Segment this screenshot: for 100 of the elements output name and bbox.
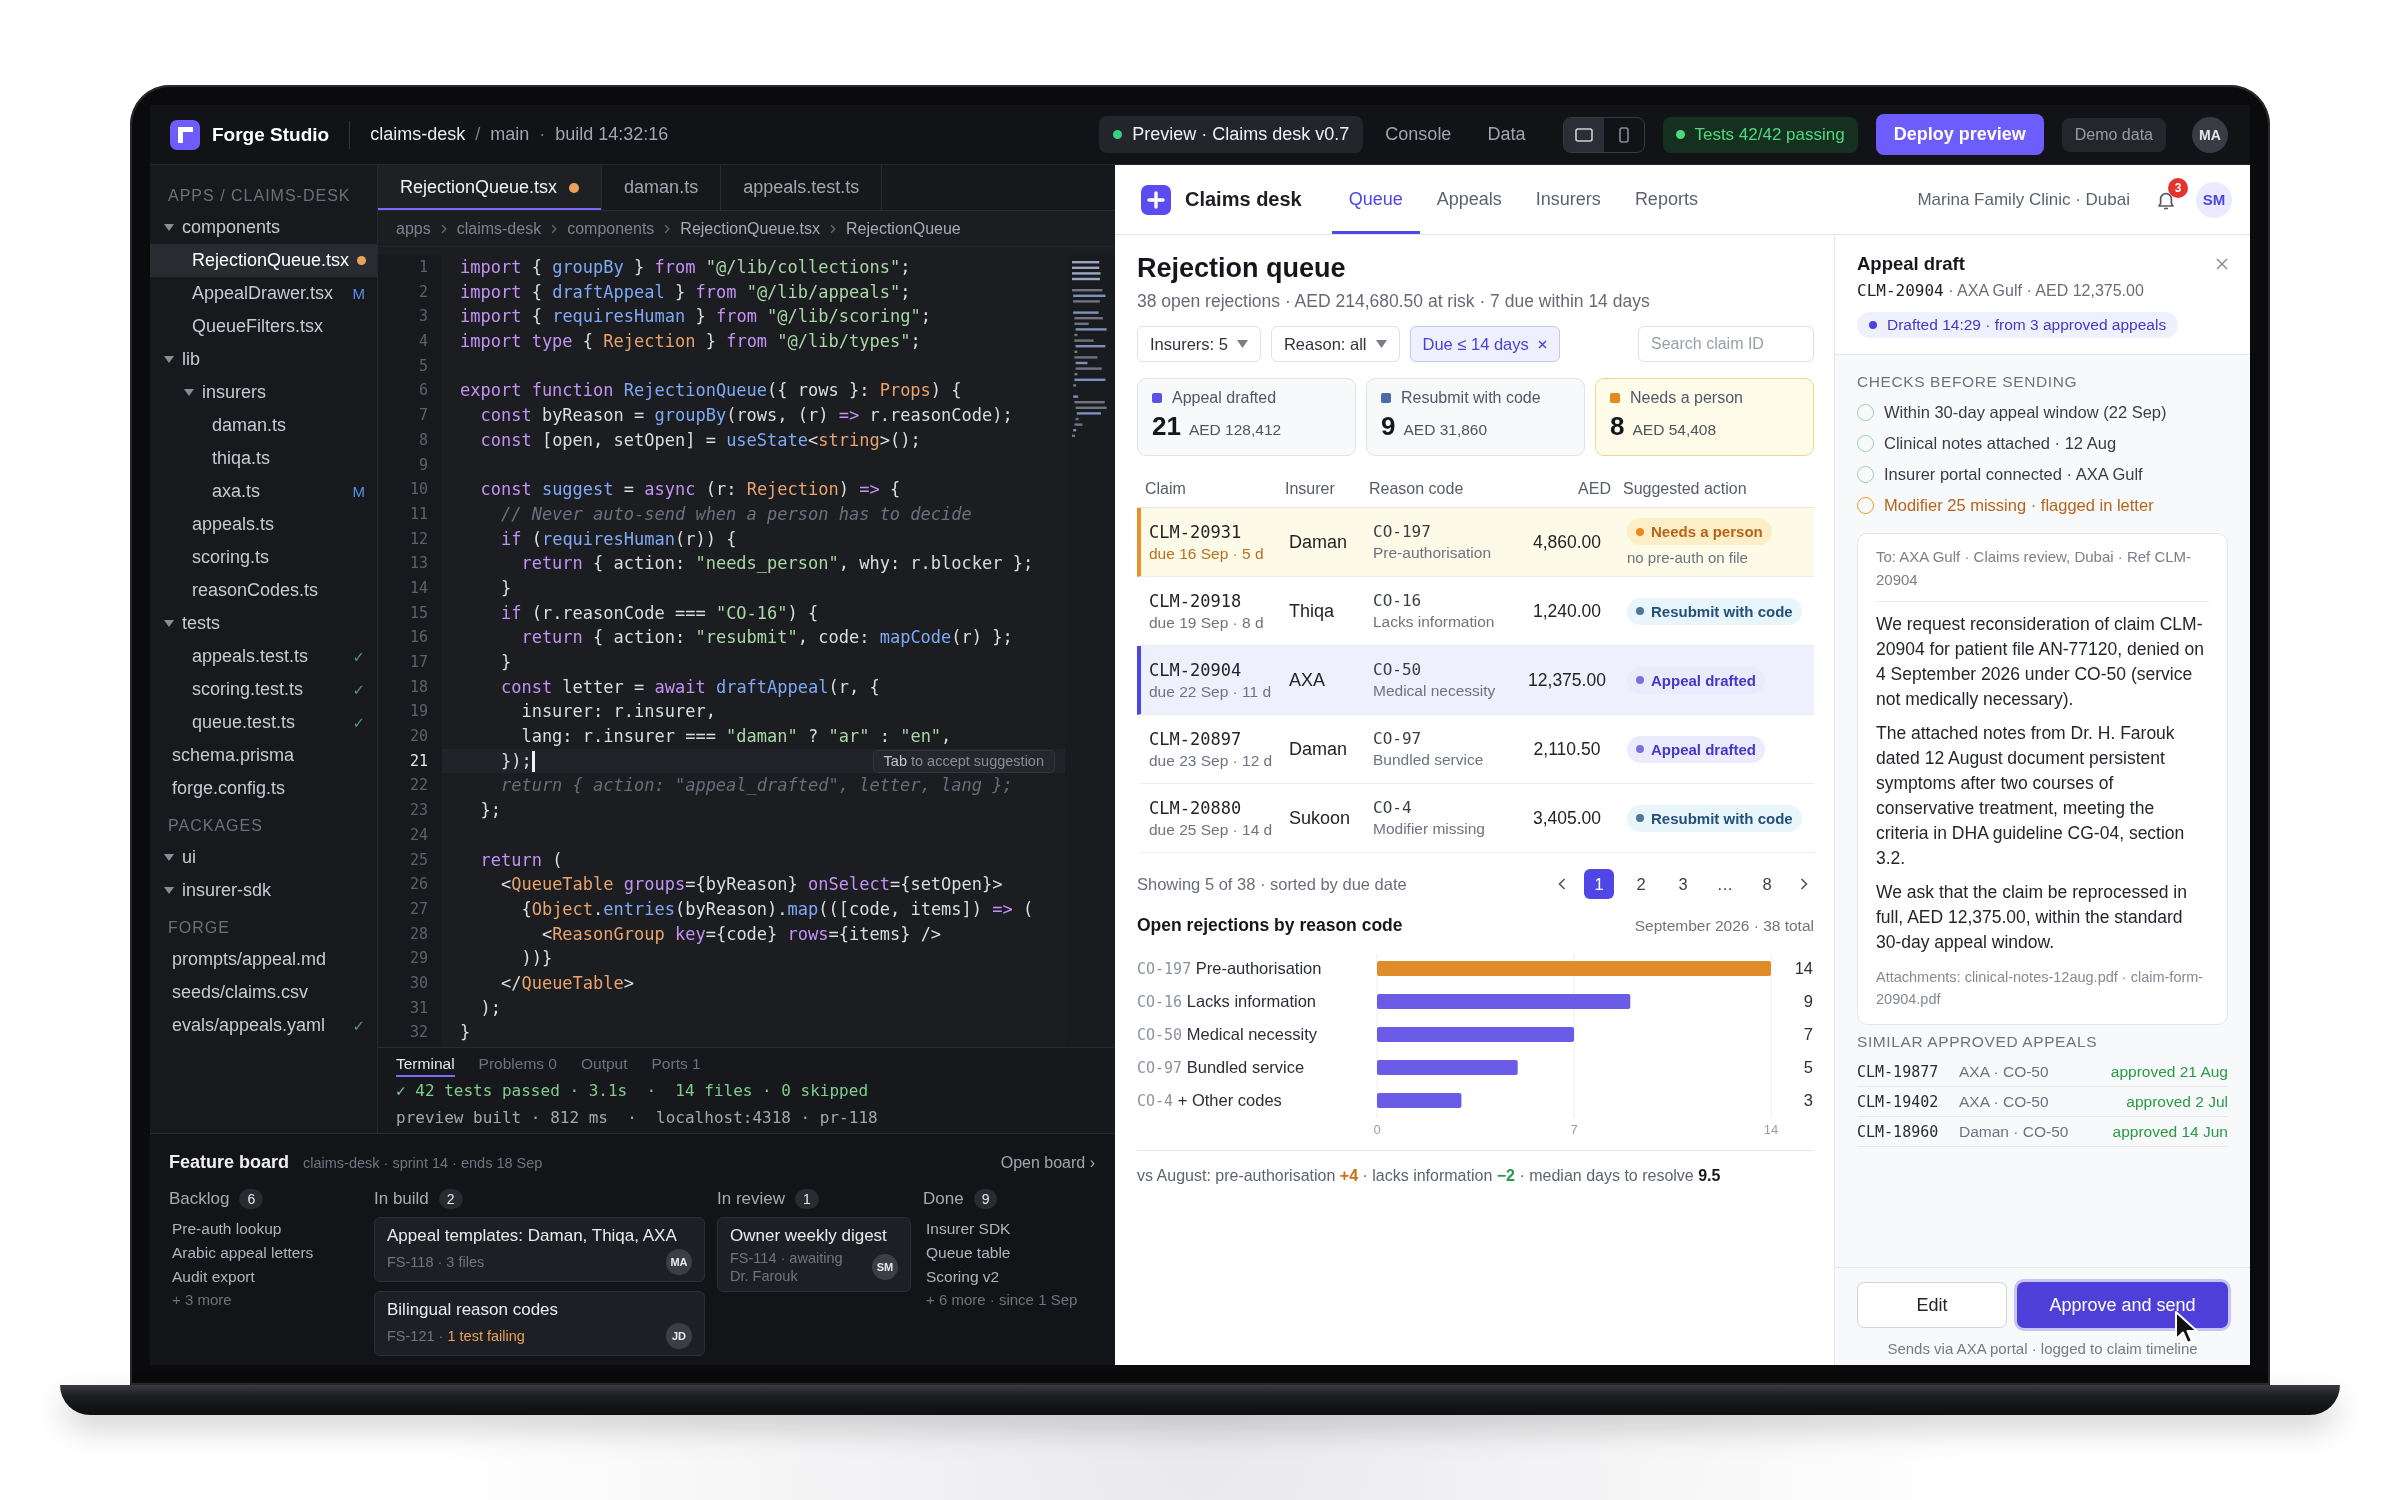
- backlog-item[interactable]: Pre-auth lookup: [169, 1217, 374, 1241]
- card-count: 9: [1381, 411, 1396, 442]
- file-item[interactable]: appeals.ts: [150, 508, 377, 541]
- breadcrumb-item[interactable]: apps: [396, 219, 431, 238]
- file-item[interactable]: scoring.ts: [150, 541, 377, 574]
- column-header[interactable]: AED: [1515, 479, 1611, 498]
- claim-row[interactable]: CLM-20904 due 22 Sep · 11 d AXA CO-50 Medical necessity 12,375.00 Appeal drafted: [1137, 646, 1814, 715]
- page-button[interactable]: 8: [1752, 869, 1782, 899]
- panel-tab[interactable]: Ports 1: [651, 1048, 701, 1077]
- backlog-item[interactable]: Insurer SDK: [923, 1217, 1095, 1241]
- file-item[interactable]: schema.prisma: [150, 739, 377, 772]
- editor-tab[interactable]: daman.ts: [602, 165, 722, 210]
- action-badge: Resubmit with code: [1627, 597, 1802, 625]
- previous-icon[interactable]: [1558, 878, 1566, 890]
- editor-tab[interactable]: appeals.test.ts: [721, 165, 883, 210]
- filter-chip[interactable]: Reason: all: [1270, 326, 1400, 362]
- nav-tab[interactable]: Queue: [1331, 165, 1420, 234]
- file-item[interactable]: daman.ts: [150, 409, 377, 442]
- summary-card[interactable]: Appeal drafted 21 AED 128,412: [1137, 378, 1356, 456]
- breadcrumb-item[interactable]: RejectionQueue: [846, 219, 961, 238]
- view-tab[interactable]: Console: [1371, 116, 1466, 153]
- task-card[interactable]: Appeal templates: Daman, Thiqa, AXA FS-118 · 3 files MA: [374, 1217, 705, 1282]
- folder-item[interactable]: ui: [150, 841, 377, 874]
- panel-tab[interactable]: Output: [581, 1048, 628, 1077]
- close-icon[interactable]: [2216, 258, 2228, 270]
- breadcrumb-item[interactable]: RejectionQueue.tsx: [680, 219, 820, 238]
- claim-row[interactable]: CLM-20931 due 16 Sep · 5 d Daman CO-197 Pre-authorisation 4,860.00 Needs a person no pre-auth on file: [1137, 508, 1814, 577]
- breadcrumb-item[interactable]: components: [567, 219, 655, 238]
- insurer-name: Sukoon: [1289, 807, 1352, 829]
- file-item[interactable]: appeals.test.ts ✓: [150, 640, 377, 673]
- panel-tab[interactable]: Problems 0: [478, 1048, 557, 1077]
- next-icon[interactable]: [1800, 878, 1808, 890]
- search-field[interactable]: Search claim ID: [1638, 326, 1814, 362]
- file-item[interactable]: forge.config.ts: [150, 772, 377, 805]
- page-button[interactable]: 2: [1626, 869, 1656, 899]
- line-number: 13: [408, 553, 428, 575]
- panel-tab[interactable]: Terminal: [396, 1048, 455, 1077]
- nav-tab[interactable]: Insurers: [1518, 165, 1618, 234]
- dropdown-icon: [1375, 340, 1387, 348]
- device-button[interactable]: [1564, 117, 1605, 152]
- summary-card[interactable]: Resubmit with code 9 AED 31,860: [1366, 378, 1585, 456]
- file-item[interactable]: axa.ts M: [150, 475, 377, 508]
- file-item[interactable]: reasonCodes.ts: [150, 574, 377, 607]
- folder-item[interactable]: insurer-sdk: [150, 874, 377, 907]
- file-item[interactable]: prompts/appeal.md: [150, 943, 377, 976]
- file-item[interactable]: RejectionQueue.tsx: [150, 244, 377, 277]
- backlog-item[interactable]: Scoring v2: [923, 1265, 1095, 1289]
- project-name[interactable]: claims-desk: [370, 124, 466, 145]
- nav-tab[interactable]: Appeals: [1419, 165, 1519, 234]
- column-header[interactable]: Reason code: [1369, 479, 1515, 498]
- backlog-item[interactable]: Audit export: [169, 1265, 374, 1289]
- approve-button[interactable]: Approve and send: [2017, 1282, 2228, 1328]
- file-item[interactable]: evals/appeals.yaml ✓: [150, 1009, 377, 1042]
- page-button[interactable]: …: [1710, 869, 1740, 899]
- claim-id[interactable]: CLM-18960: [1857, 1122, 1947, 1141]
- action-badge: Appeal drafted: [1627, 735, 1765, 763]
- file-item[interactable]: AppealDrawer.tsx M: [150, 277, 377, 310]
- backlog-item[interactable]: Queue table: [923, 1241, 1095, 1265]
- breadcrumb-item[interactable]: claims-desk: [456, 219, 542, 238]
- task-card[interactable]: Bilingual reason codes FS-121 · 1 test failing JD: [374, 1291, 705, 1356]
- folder-item[interactable]: insurers: [150, 376, 377, 409]
- deploy-button[interactable]: Deploy preview: [1875, 114, 2044, 155]
- filter-chip[interactable]: Due ≤ 14 days: [1409, 326, 1560, 362]
- remove-icon[interactable]: [1537, 339, 1547, 349]
- folder-item[interactable]: lib: [150, 343, 377, 376]
- column-header[interactable]: Insurer: [1285, 479, 1369, 498]
- filter-chip[interactable]: Insurers: 5: [1137, 326, 1261, 362]
- demo-data-chip[interactable]: Demo data: [2061, 117, 2166, 152]
- claim-id[interactable]: CLM-19402: [1857, 1092, 1947, 1111]
- file-item[interactable]: scoring.test.ts ✓: [150, 673, 377, 706]
- edit-button[interactable]: Edit: [1857, 1282, 2007, 1328]
- more-link[interactable]: + 6 more · since 1 Sep: [923, 1289, 1095, 1311]
- file-item[interactable]: thiqa.ts: [150, 442, 377, 475]
- branch-name[interactable]: main: [490, 124, 530, 145]
- claim-id[interactable]: CLM-19877: [1857, 1062, 1947, 1081]
- folder-item[interactable]: components: [150, 211, 377, 244]
- more-link[interactable]: + 3 more: [169, 1289, 374, 1311]
- column-header[interactable]: Claim: [1145, 479, 1285, 498]
- file-item[interactable]: QueueFilters.tsx: [150, 310, 377, 343]
- line-number: 20: [408, 726, 428, 748]
- task-card[interactable]: Owner weekly digest FS-114 · awaiting Dr. Farouk SM: [717, 1217, 911, 1292]
- folder-item[interactable]: tests: [150, 607, 377, 640]
- due-date: due 23 Sep · 12 d: [1149, 751, 1274, 770]
- view-tab[interactable]: Preview · Claims desk v0.7: [1099, 116, 1364, 153]
- file-item[interactable]: seeds/claims.csv: [150, 976, 377, 1009]
- open-board-link[interactable]: Open board ›: [1000, 1154, 1095, 1172]
- view-tab[interactable]: Data: [1473, 116, 1540, 153]
- line-number: 28: [408, 923, 428, 945]
- backlog-item[interactable]: Arabic appeal letters: [169, 1241, 374, 1265]
- amount: 3,405.00: [1532, 807, 1602, 829]
- column-header[interactable]: Suggested action: [1611, 479, 1814, 498]
- editor-tab[interactable]: RejectionQueue.tsx: [378, 165, 603, 210]
- line-number: 9: [417, 454, 428, 476]
- nav-tab[interactable]: Reports: [1617, 165, 1715, 234]
- page-button[interactable]: 3: [1668, 869, 1698, 899]
- file-item[interactable]: queue.test.ts ✓: [150, 706, 377, 739]
- user-avatar[interactable]: MA: [2192, 116, 2228, 153]
- page-button[interactable]: 1: [1584, 869, 1614, 899]
- user-avatar[interactable]: SM: [2196, 181, 2232, 218]
- summary-card[interactable]: Needs a person 8 AED 54,408: [1595, 378, 1814, 456]
